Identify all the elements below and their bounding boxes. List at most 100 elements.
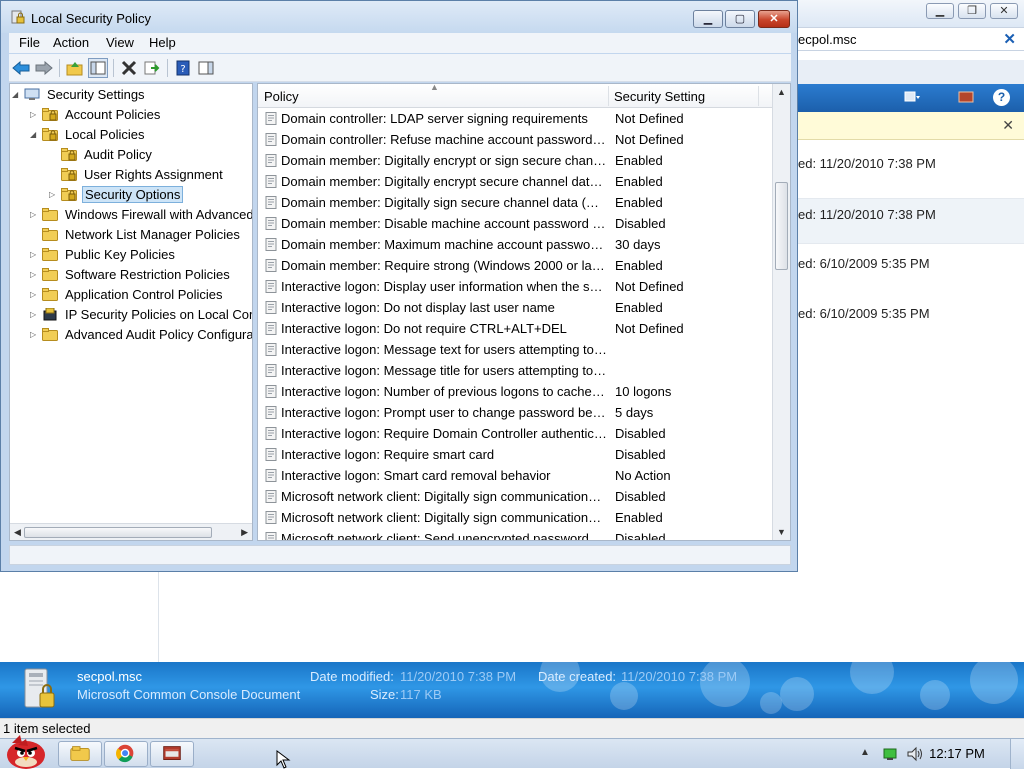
close-icon[interactable]: ✕ [1002,117,1014,134]
table-row[interactable]: Domain controller: LDAP server signing r… [258,108,772,129]
list-vertical-scrollbar[interactable]: ▲ ▼ [772,84,790,540]
file-row[interactable]: ed: 11/20/2010 7:38 PM [798,198,1024,244]
mmc-icon [163,746,181,760]
volume-icon[interactable] [906,746,924,762]
policy-name: Domain member: Digitally encrypt or sign… [281,153,607,168]
explorer-status-bar: 1 item selected [0,718,1024,738]
back-button[interactable] [11,58,31,78]
table-row[interactable]: Domain member: Maximum machine account p… [258,234,772,255]
background-titlebar: ▁ ❐ ✕ [798,0,1024,27]
preview-pane-icon[interactable] [958,90,974,104]
minimize-button[interactable]: ▁ [693,10,723,28]
network-icon[interactable] [882,747,898,761]
policy-name: Interactive logon: Number of previous lo… [281,384,607,399]
table-row[interactable]: Microsoft network client: Digitally sign… [258,507,772,528]
export-list-button[interactable] [142,58,162,78]
list-scroll-thumb[interactable] [775,182,788,270]
menu-bar: File Action View Help [9,33,791,53]
file-date: ed: 11/20/2010 7:38 PM [798,207,936,222]
taskbar-chrome-button[interactable] [104,741,148,767]
tree-expander-icon[interactable]: ▷ [30,311,38,319]
lock-folder-icon [61,146,77,162]
taskbar-mmc-button[interactable] [150,741,194,767]
background-address-bar[interactable]: ecpol.msc ✕ [798,27,1024,51]
tree-expander-icon[interactable]: ▷ [30,331,38,339]
tree-scroll-thumb[interactable] [24,527,212,538]
scroll-right-arrow-icon[interactable]: ▶ [241,527,248,538]
tree-expander-icon[interactable]: ▷ [30,271,38,279]
table-row[interactable]: Interactive logon: Message title for use… [258,360,772,381]
forward-button[interactable] [34,58,54,78]
show-hidden-icons-icon[interactable]: ▲ [860,747,870,758]
show-desktop-button[interactable] [1010,739,1024,769]
delete-button[interactable] [119,58,139,78]
up-one-level-button[interactable] [65,58,85,78]
taskbar-explorer-button[interactable] [58,741,102,767]
table-row[interactable]: Domain member: Disable machine account p… [258,213,772,234]
table-row[interactable]: Domain member: Digitally encrypt secure … [258,171,772,192]
scroll-down-arrow-icon[interactable]: ▼ [777,527,786,537]
clock[interactable]: 12:17 PM [928,746,986,761]
file-row[interactable]: ed: 6/10/2009 5:35 PM [798,298,1024,344]
file-row[interactable]: ed: 11/20/2010 7:38 PM [798,148,1024,194]
menu-action[interactable]: Action [53,35,89,50]
menu-help[interactable]: Help [149,35,176,50]
security-policy-app-icon[interactable] [11,10,25,24]
background-restore-button[interactable]: ❐ [958,3,986,19]
security-setting: Not Defined [615,321,684,336]
console-tree: ◢ Security Settings ▷ Account Policies ◢ Loca… [9,83,253,541]
show-hide-action-pane-button[interactable] [196,58,216,78]
titlebar[interactable]: Local Security Policy ▁ ▢ ✕ [1,1,797,33]
tree-horizontal-scrollbar[interactable]: ◀ ▶ [10,523,252,540]
show-hide-console-tree-button[interactable] [88,58,108,78]
table-row[interactable]: Domain member: Digitally encrypt or sign… [258,150,772,171]
tree-item-label: Network List Manager Policies [65,227,240,242]
table-row[interactable]: Interactive logon: Do not display last u… [258,297,772,318]
tree-expander-icon[interactable]: ▷ [49,191,57,199]
start-button-icon[interactable] [4,731,50,769]
background-minimize-button[interactable]: ▁ [926,3,954,19]
clear-search-icon[interactable]: ✕ [1003,30,1016,48]
table-row[interactable]: Interactive logon: Require Domain Contro… [258,423,772,444]
file-row[interactable]: ed: 6/10/2009 5:35 PM [798,248,1024,294]
scroll-up-arrow-icon[interactable]: ▲ [777,87,786,97]
policy-icon [265,112,277,125]
table-row[interactable]: Domain controller: Refuse machine accoun… [258,129,772,150]
tree-expander-icon[interactable]: ◢ [12,91,20,99]
tree-item-label: IP Security Policies on Local Computer [65,307,252,322]
table-row[interactable]: Interactive logon: Smart card removal be… [258,465,772,486]
policy-name: Domain controller: Refuse machine accoun… [281,132,607,147]
table-row[interactable]: Interactive logon: Display user informat… [258,276,772,297]
table-row[interactable]: Interactive logon: Prompt user to change… [258,402,772,423]
policy-name: Domain member: Disable machine account p… [281,216,607,231]
tree-item-label: Software Restriction Policies [65,267,230,282]
tree-expander-icon[interactable]: ▷ [30,111,38,119]
menu-view[interactable]: View [106,35,134,50]
console-tree-icon [90,61,106,75]
tree-item-label: Advanced Audit Policy Configuration [65,327,253,342]
column-header-security-setting[interactable]: Security Setting [608,84,758,108]
tree-expander-icon[interactable]: ▷ [30,291,38,299]
scroll-left-arrow-icon[interactable]: ◀ [14,527,21,538]
background-close-button[interactable]: ✕ [990,3,1018,19]
table-row[interactable]: Domain member: Require strong (Windows 2… [258,255,772,276]
help-icon[interactable]: ? [993,89,1010,106]
tree-expander-icon[interactable]: ▷ [30,251,38,259]
tree-item-label: Application Control Policies [65,287,223,302]
table-row[interactable]: Interactive logon: Message text for user… [258,339,772,360]
menu-file[interactable]: File [19,35,40,50]
table-row[interactable]: Microsoft network client: Send unencrypt… [258,528,772,540]
policy-icon [265,448,277,461]
tree-expander-icon[interactable]: ▷ [30,211,38,219]
details-file-type: Microsoft Common Console Document [77,687,301,702]
table-row[interactable]: Interactive logon: Require smart card Dis… [258,444,772,465]
table-row[interactable]: Interactive logon: Number of previous lo… [258,381,772,402]
table-row[interactable]: Interactive logon: Do not require CTRL+A… [258,318,772,339]
help-button[interactable]: ? [173,58,193,78]
table-row[interactable]: Domain member: Digitally sign secure cha… [258,192,772,213]
tree-expander-icon[interactable]: ◢ [30,131,38,139]
view-options-icon[interactable] [904,90,920,104]
maximize-button[interactable]: ▢ [725,10,755,28]
table-row[interactable]: Microsoft network client: Digitally sign… [258,486,772,507]
close-button[interactable]: ✕ [758,10,790,28]
